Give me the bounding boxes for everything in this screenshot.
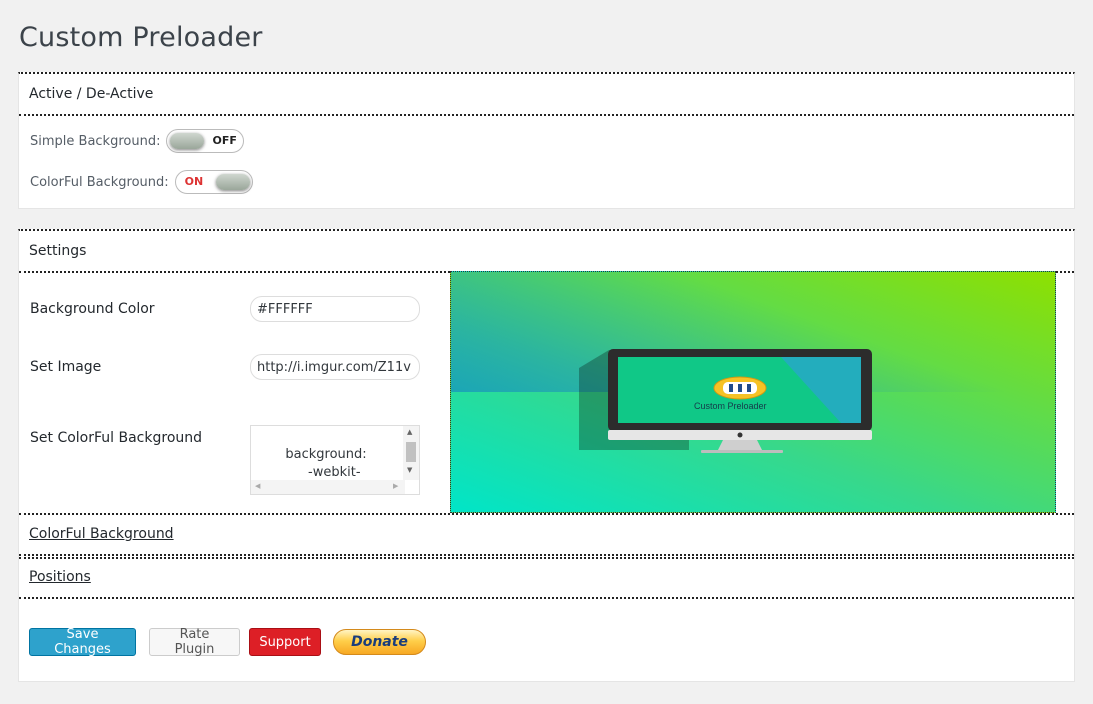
toggle-state-label: OFF [212,134,237,147]
toggle-state-label: ON [184,175,204,188]
background-color-input[interactable] [250,296,420,322]
divider [19,554,1074,556]
save-changes-button[interactable]: Save Changes [29,627,136,657]
colorful-background-label: ColorFul Background: [30,174,169,190]
horizontal-scrollbar[interactable]: ◀ ▶ [251,480,405,494]
preview-image: Custom Preloader [450,271,1056,513]
scroll-up-icon[interactable]: ▲ [407,428,412,436]
preview-brand-text: Custom Preloader [694,401,767,411]
scroll-right-icon[interactable]: ▶ [393,482,398,490]
toggle-knob [170,133,205,149]
active-panel-heading: Active / De-Active [29,86,154,102]
divider [19,114,1074,116]
toggle-knob [215,174,250,190]
divider [19,557,1074,559]
scrollbar-thumb[interactable] [406,442,416,462]
simple-background-label: Simple Background: [30,133,161,149]
colorful-background-row: ColorFul Background: ON [30,170,253,194]
vertical-scrollbar[interactable]: ▲ ▼ [403,426,419,480]
scroll-left-icon[interactable]: ◀ [255,482,260,490]
colorful-background-section-link[interactable]: ColorFul Background [29,526,174,542]
support-button[interactable]: Support [249,628,321,656]
page-title: Custom Preloader [19,22,263,53]
active-panel: Active / De-Active Simple Background: OF… [18,72,1075,209]
settings-panel: Settings Background Color Set Image Set … [18,229,1075,682]
donate-button[interactable]: Donate [333,629,426,655]
rate-plugin-button[interactable]: Rate Plugin [149,627,240,657]
background-color-label: Background Color [30,301,155,317]
set-image-input[interactable] [250,354,420,380]
colorful-background-textarea[interactable]: background: -webkit- ▲ ▼ ◀ ▶ [250,425,420,495]
set-image-label: Set Image [30,359,102,375]
simple-background-toggle[interactable]: OFF [166,129,245,153]
divider [19,597,1074,599]
divider [19,513,1074,515]
simple-background-row: Simple Background: OFF [30,129,245,153]
colorful-background-toggle[interactable]: ON [174,170,253,194]
textarea-content: background: -webkit- [285,447,367,480]
set-colorful-background-label: Set ColorFul Background [30,430,203,446]
scroll-down-icon[interactable]: ▼ [407,466,412,474]
imac-illustration [579,349,872,453]
settings-heading: Settings [29,243,87,259]
positions-section-link[interactable]: Positions [29,569,91,585]
